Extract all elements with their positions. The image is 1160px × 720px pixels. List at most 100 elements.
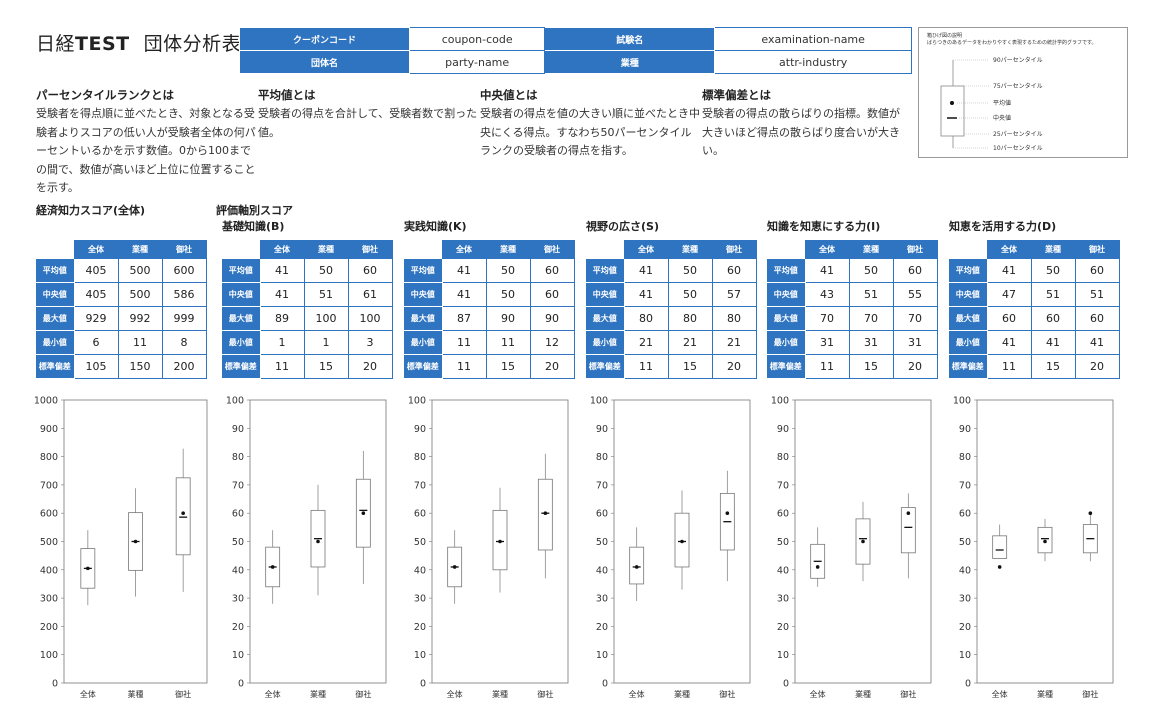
row-header: 最大値 — [404, 306, 443, 331]
table-row: 中央値 43 51 55 — [767, 282, 938, 307]
column-header: 全体 — [804, 240, 850, 259]
stat-cell: 41 — [259, 258, 305, 283]
mean-dot — [861, 539, 865, 544]
stat-cell: 15 — [303, 354, 349, 379]
stat-cell: 150 — [117, 354, 163, 379]
y-tick-label: 10 — [596, 650, 608, 661]
stat-cell: 31 — [892, 330, 938, 355]
stat-cell: 57 — [711, 282, 757, 307]
table-row: 平均値 41 50 60 — [949, 258, 1120, 283]
mean-dot — [815, 565, 820, 569]
box — [992, 535, 1008, 559]
y-tick-label: 70 — [232, 480, 244, 491]
stat-cell: 500 — [117, 282, 163, 307]
row-header: 平均値 — [36, 258, 75, 283]
section-axes: 評価軸別スコア — [216, 204, 293, 217]
column-header: 全体 — [441, 240, 487, 259]
stat-cell: 11 — [441, 330, 487, 355]
stat-cell: 87 — [441, 306, 487, 331]
table-row: 最大値 929 992 999 — [36, 306, 207, 331]
stat-cell: 41 — [1074, 330, 1120, 355]
row-header: 平均値 — [767, 258, 806, 283]
row-header: 平均値 — [222, 258, 261, 283]
stat-cell: 100 — [347, 306, 393, 331]
stat-cell: 50 — [485, 282, 531, 307]
x-tick-label: 全体 — [992, 689, 1008, 699]
stat-cell: 41 — [441, 258, 487, 283]
y-tick-label: 50 — [777, 537, 789, 548]
stat-cell: 999 — [161, 306, 207, 331]
y-tick-label: 0 — [783, 679, 789, 690]
table-row: 標準偏差 11 15 20 — [949, 354, 1120, 379]
mean-dot — [361, 511, 366, 515]
table-row: 中央値 41 51 61 — [222, 282, 393, 307]
x-tick-label: 御社 — [355, 689, 371, 699]
party-value: party-name — [408, 50, 546, 74]
y-tick-label: 10 — [959, 650, 971, 661]
y-tick-label: 20 — [232, 622, 244, 633]
x-tick-label: 業種 — [855, 689, 871, 699]
boxplot-chart: 0 10 20 30 40 50 60 70 80 90 100 全体 業種 御社 — [226, 396, 387, 699]
stat-cell: 60 — [986, 306, 1032, 331]
table-row: 最小値 6 11 8 — [36, 330, 207, 355]
y-tick-label: 90 — [596, 424, 608, 435]
table-row: 最小値 21 21 21 — [586, 330, 757, 355]
y-tick-label: 100 — [408, 396, 426, 407]
row-header: 最小値 — [767, 330, 806, 355]
mean-dot — [634, 565, 639, 569]
panel-title: 実践知識(K) — [404, 220, 467, 233]
stats-panel: 知恵を活用する力(D) 全体 業種 御社 平均値 41 50 60 中央値 47 51 51 最大値 60… — [949, 218, 1129, 379]
x-tick-label: 業種 — [1037, 689, 1053, 699]
mean-dot — [316, 539, 320, 544]
stat-cell: 41 — [623, 258, 669, 283]
stat-cell: 51 — [848, 282, 894, 307]
stat-cell: 51 — [303, 282, 349, 307]
mean-dot — [181, 511, 185, 515]
stat-cell: 60 — [711, 258, 757, 283]
mean-dot — [543, 511, 548, 515]
mean-dot — [1088, 511, 1093, 515]
y-tick-label: 80 — [959, 452, 971, 463]
row-header: 標準偏差 — [222, 354, 261, 379]
stat-cell: 15 — [848, 354, 894, 379]
y-tick-label: 70 — [777, 480, 789, 491]
y-tick-label: 30 — [777, 594, 789, 605]
stat-cell: 70 — [804, 306, 850, 331]
boxplot-chart: 0 100 200 300 400 500 600 700 800 900 1000 全体 業種 御社 — [34, 396, 208, 699]
definition-title: 標準偏差とは — [702, 88, 771, 102]
exam-label: 試験名 — [544, 27, 716, 51]
row-header: 最大値 — [586, 306, 625, 331]
stat-cell: 80 — [711, 306, 757, 331]
y-tick-label: 40 — [596, 565, 608, 576]
stat-cell: 41 — [623, 282, 669, 307]
table-row: 最大値 80 80 80 — [586, 306, 757, 331]
definition-median: 中央値とは 受験者の得点を値の大きい順に並べたとき中央にくる得点。すなわち50パー… — [480, 87, 702, 161]
table-row: 平均値 405 500 600 — [36, 258, 207, 283]
x-tick-label: 全体 — [810, 689, 826, 699]
column-header: 業種 — [848, 240, 894, 259]
y-tick-label: 50 — [959, 537, 971, 548]
stat-cell: 21 — [623, 330, 669, 355]
row-header: 最大値 — [949, 306, 988, 331]
stat-cell: 41 — [986, 330, 1032, 355]
y-tick-label: 90 — [959, 424, 971, 435]
row-header: 最大値 — [36, 306, 75, 331]
stat-cell: 80 — [623, 306, 669, 331]
x-tick-label: 業種 — [492, 689, 508, 699]
y-tick-label: 0 — [420, 679, 426, 690]
party-label: 団体名 — [239, 50, 410, 74]
row-header: 中央値 — [949, 282, 988, 307]
x-tick-label: 全体 — [447, 689, 463, 699]
mean-dot — [498, 539, 502, 544]
stat-cell: 47 — [986, 282, 1032, 307]
column-header: 業種 — [303, 240, 349, 259]
row-header: 標準偏差 — [586, 354, 625, 379]
stat-cell: 41 — [1030, 330, 1076, 355]
y-tick-label: 50 — [596, 537, 608, 548]
stat-cell: 31 — [848, 330, 894, 355]
boxplot-legend: 箱ひげ図の説明 ばらつきのあるデータをわかりやすく表現するための統計学的グラフです… — [918, 27, 1128, 158]
stat-cell: 586 — [161, 282, 207, 307]
column-header: 御社 — [529, 240, 575, 259]
stats-table: 全体 業種 御社 平均値 41 50 60 中央値 43 51 55 最大値 70 70 70 最小値 31 31… — [767, 240, 938, 379]
table-row: 中央値 41 50 60 — [404, 282, 575, 307]
